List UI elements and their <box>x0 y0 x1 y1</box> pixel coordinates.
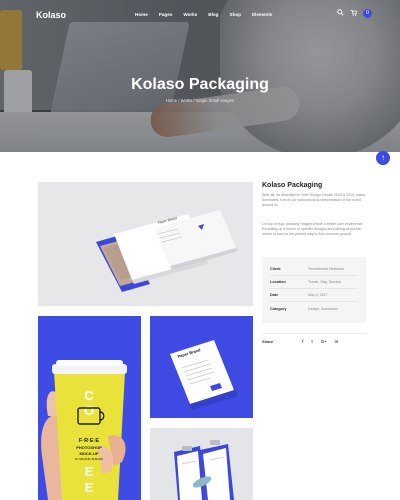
cup-text-free: F·R·E·E <box>79 438 99 444</box>
scroll-top-button[interactable]: ↑ <box>376 151 390 165</box>
project-description-2: On top of that, pleasing images create a… <box>262 222 364 236</box>
cup-text-mockup: MOCK-UP <box>79 451 98 456</box>
detail-value: Tomlin, Stig, Tamalar <box>308 280 342 284</box>
project-title: Kolaso Packaging <box>262 182 323 189</box>
menu-item-home[interactable]: Home <box>135 12 148 17</box>
letterhead-mockup: Paper Brand <box>170 340 238 410</box>
detail-value: May 4, 2017 <box>308 293 328 297</box>
hero-banner: Kolaso Home Pages Works Blog Shop Elemen… <box>0 0 400 152</box>
cup-letter-c: C <box>84 388 94 403</box>
detail-label: Client <box>270 267 281 271</box>
cart-count-badge[interactable]: 0 <box>363 9 372 18</box>
coffee-cup-mockup: C O F·R·E·E PHOTOSHOP MOCK-UP BY GRAPHIC… <box>41 360 127 500</box>
project-description: After all, as described in Web Design Tr… <box>262 193 366 207</box>
detail-label: Category <box>270 306 287 311</box>
detail-value: Design, Illustration <box>308 306 338 311</box>
top-navigation: Kolaso Home Pages Works Blog Shop Elemen… <box>0 0 400 30</box>
google-plus-icon[interactable]: G+ <box>321 339 327 344</box>
cup-letter-e: E <box>85 464 94 479</box>
menu-item-shop[interactable]: Shop <box>230 12 241 17</box>
main-menu: Home Pages Works Blog Shop Elements <box>135 12 272 17</box>
detail-label: Date <box>270 293 279 297</box>
cup-letter-o: O <box>84 403 94 418</box>
detail-row-location: Location Tomlin, Stig, Tamalar <box>270 276 358 289</box>
gallery-image-letterhead[interactable]: Paper Brand <box>150 316 253 418</box>
project-details-box: Client Themeforest Networks Location Tom… <box>262 257 366 323</box>
business-cards-mockup: Paper Brand <box>96 210 238 292</box>
share-label: Share <box>262 339 274 344</box>
detail-row-date: Date May 4, 2017 <box>270 289 358 302</box>
share-bar: Share f t G+ in <box>262 333 366 344</box>
menu-item-blog[interactable]: Blog <box>208 12 218 17</box>
cup-text-credit: BY GRAPHIC BURGER <box>75 457 103 461</box>
social-links: f t G+ in <box>302 339 338 344</box>
breadcrumb: Home / Works / Single Small Images <box>165 98 235 103</box>
facebook-icon[interactable]: f <box>302 339 303 344</box>
detail-row-client: Client Themeforest Networks <box>270 263 358 276</box>
cart-icon[interactable] <box>350 9 358 18</box>
menu-item-works[interactable]: Works <box>183 12 197 17</box>
detail-row-category: Category Design, Illustration <box>270 302 358 315</box>
linkedin-icon[interactable]: in <box>335 339 339 344</box>
page-title: Kolaso Packaging <box>131 76 269 93</box>
cup-letter-e2: E <box>85 480 94 495</box>
brand-logo[interactable]: Kolaso <box>36 10 66 20</box>
clipboards-mockup <box>174 440 234 500</box>
arrow-up-icon: ↑ <box>381 153 385 162</box>
detail-value: Themeforest Networks <box>308 267 345 271</box>
menu-item-pages[interactable]: Pages <box>159 12 173 17</box>
gallery-image-coffee-cup[interactable]: C O F·R·E·E PHOTOSHOP MOCK-UP BY GRAPHIC… <box>38 316 141 500</box>
search-icon[interactable] <box>337 9 344 18</box>
detail-label: Location <box>270 280 286 284</box>
cup-text-photoshop: PHOTOSHOP <box>76 445 102 450</box>
gallery-image-clipboards[interactable] <box>150 428 253 500</box>
twitter-icon[interactable]: t <box>311 339 312 344</box>
gallery-image-cards[interactable]: Paper Brand <box>38 182 253 306</box>
menu-item-elements[interactable]: Elements <box>252 12 272 17</box>
nav-icons: 0 <box>337 9 372 18</box>
